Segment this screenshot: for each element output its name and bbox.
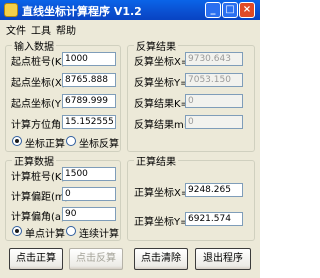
menu-help[interactable]: 帮助 bbox=[56, 22, 76, 37]
calc-angle-input[interactable]: 90 bbox=[62, 207, 116, 221]
continuous-label[interactable]: 连续计算 bbox=[79, 225, 119, 240]
forward-result-title: 正算结果 bbox=[136, 157, 176, 168]
inverse-k-field[interactable]: 0 bbox=[185, 94, 243, 108]
input-data-title: 输入数据 bbox=[14, 42, 54, 53]
start-y-input[interactable]: 6789.999 bbox=[62, 94, 116, 108]
inverse-mode-label[interactable]: 坐标反算 bbox=[79, 135, 119, 150]
inverse-m-label: 反算结果m= bbox=[134, 120, 193, 131]
inverse-m-field[interactable]: 0 bbox=[185, 115, 243, 129]
exit-button[interactable]: 退出程序 bbox=[195, 248, 251, 270]
forward-x-label: 正算坐标X= bbox=[134, 188, 190, 199]
forward-mode-label[interactable]: 坐标正算 bbox=[25, 135, 65, 150]
app-icon bbox=[4, 3, 18, 17]
title-bar[interactable]: 直线坐标计算程序 V1.2 _ □ × bbox=[0, 0, 260, 20]
menu-tools[interactable]: 工具 bbox=[31, 22, 51, 37]
inverse-x-field[interactable]: 9730.643 bbox=[185, 52, 243, 66]
forward-y-field[interactable]: 6921.574 bbox=[185, 212, 243, 226]
start-x-input[interactable]: 8765.888 bbox=[62, 73, 116, 87]
calc-station-input[interactable]: 1500 bbox=[62, 167, 116, 181]
minimize-button[interactable]: _ bbox=[205, 2, 221, 18]
inverse-result-title: 反算结果 bbox=[136, 42, 176, 53]
single-point-radio[interactable] bbox=[12, 226, 22, 236]
maximize-button[interactable]: □ bbox=[222, 2, 238, 18]
clear-button[interactable]: 点击清除 bbox=[134, 248, 188, 270]
forward-x-field[interactable]: 9248.265 bbox=[185, 183, 243, 197]
inverse-calc-button[interactable]: 点击反算 bbox=[69, 248, 123, 270]
window-title: 直线坐标计算程序 V1.2 bbox=[22, 5, 142, 18]
menu-file[interactable]: 文件 bbox=[6, 22, 26, 37]
inverse-y-label: 反算坐标Y= bbox=[134, 78, 189, 89]
forward-y-label: 正算坐标Y= bbox=[134, 217, 189, 228]
close-button[interactable]: × bbox=[239, 2, 255, 18]
forward-data-title: 正算数据 bbox=[14, 157, 54, 168]
inverse-x-label: 反算坐标X= bbox=[134, 57, 190, 68]
inverse-k-label: 反算结果K= bbox=[134, 99, 189, 110]
azimuth-input[interactable]: 15.152555 bbox=[62, 115, 116, 129]
menu-bar: 文件 工具 帮助 bbox=[0, 20, 260, 37]
start-station-input[interactable]: 1000 bbox=[62, 52, 116, 66]
inverse-y-field[interactable]: 7053.150 bbox=[185, 73, 243, 87]
inverse-mode-radio[interactable] bbox=[66, 136, 76, 146]
continuous-radio[interactable] bbox=[66, 226, 76, 236]
single-point-label[interactable]: 单点计算 bbox=[25, 225, 65, 240]
forward-calc-button[interactable]: 点击正算 bbox=[9, 248, 63, 270]
forward-mode-radio[interactable] bbox=[12, 136, 22, 146]
calc-offset-input[interactable]: 0 bbox=[62, 187, 116, 201]
client-area: 输入数据 起点桩号(K)= 1000 起点坐标(X)= 8765.888 起点坐… bbox=[0, 36, 260, 278]
